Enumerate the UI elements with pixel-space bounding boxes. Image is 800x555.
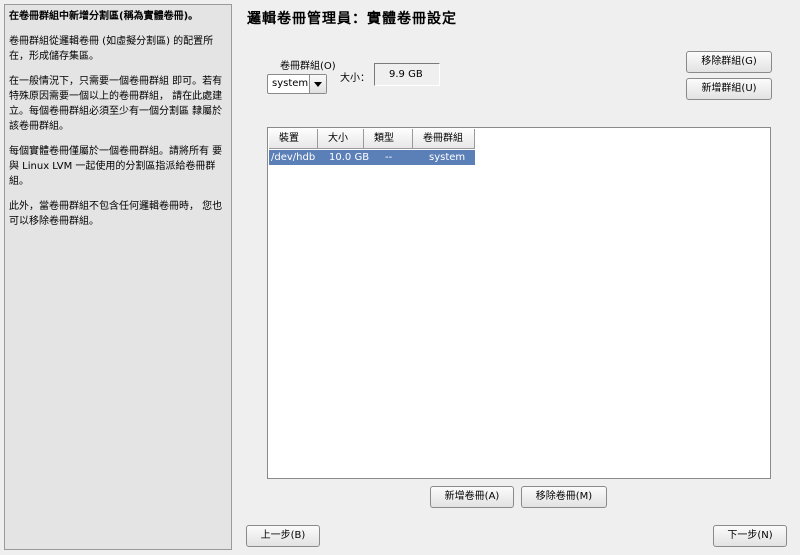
cell-type: --: [385, 152, 393, 163]
column-header-size[interactable]: 大小: [318, 129, 364, 149]
help-paragraph: 此外，當卷冊群組不包含任何邏輯卷冊時， 您也可以移除卷冊群組。: [9, 201, 223, 227]
column-header-volume-group[interactable]: 卷冊群組: [413, 129, 475, 149]
cell-device: /dev/hdb: [271, 152, 316, 163]
page-title: 邏輯卷冊管理員：實體卷冊設定: [247, 11, 457, 27]
help-panel: 在卷冊群組中新增分割區(稱為實體卷冊)。 卷冊群組從邏輯卷冊 (如虛擬分割區) …: [4, 4, 232, 550]
help-title: 在卷冊群組中新增分割區(稱為實體卷冊)。: [9, 11, 199, 22]
volume-group-value: system: [272, 78, 309, 89]
remove-group-button[interactable]: 移除群組(G): [686, 51, 772, 73]
add-group-button[interactable]: 新增群組(U): [686, 78, 772, 100]
next-button[interactable]: 下一步(N): [713, 525, 787, 547]
volume-group-label: 卷冊群組(O): [280, 61, 336, 72]
help-paragraph: 每個實體卷冊僅屬於一個卷冊群組。請將所有 要與 Linux LVM 一起使用的分…: [9, 146, 223, 187]
size-label: 大小：: [340, 73, 370, 84]
cell-size: 10.0 GB: [329, 152, 370, 163]
cell-volume-group: system: [429, 152, 466, 163]
remove-volume-button[interactable]: 移除卷冊(M): [521, 486, 607, 508]
chevron-down-icon[interactable]: [309, 75, 326, 93]
table-row[interactable]: /dev/hdb 10.0 GB -- system: [269, 150, 475, 165]
column-header-device[interactable]: 裝置: [269, 129, 318, 149]
physical-volume-table[interactable]: 裝置 大小 類型 卷冊群組 /dev/hdb 10.0 GB -- system: [267, 127, 771, 479]
size-value: 9.9 GB: [374, 63, 440, 86]
volume-group-select[interactable]: system: [267, 74, 327, 94]
help-paragraph: 卷冊群組從邏輯卷冊 (如虛擬分割區) 的配置所在，形成儲存集區。: [9, 36, 214, 62]
help-paragraph: 在一般情況下，只需要一個卷冊群組 即可。若有特殊原因需要一個以上的卷冊群組， 請…: [9, 76, 223, 132]
add-volume-button[interactable]: 新增卷冊(A): [430, 486, 514, 508]
back-button[interactable]: 上一步(B): [246, 525, 320, 547]
column-header-type[interactable]: 類型: [364, 129, 413, 149]
